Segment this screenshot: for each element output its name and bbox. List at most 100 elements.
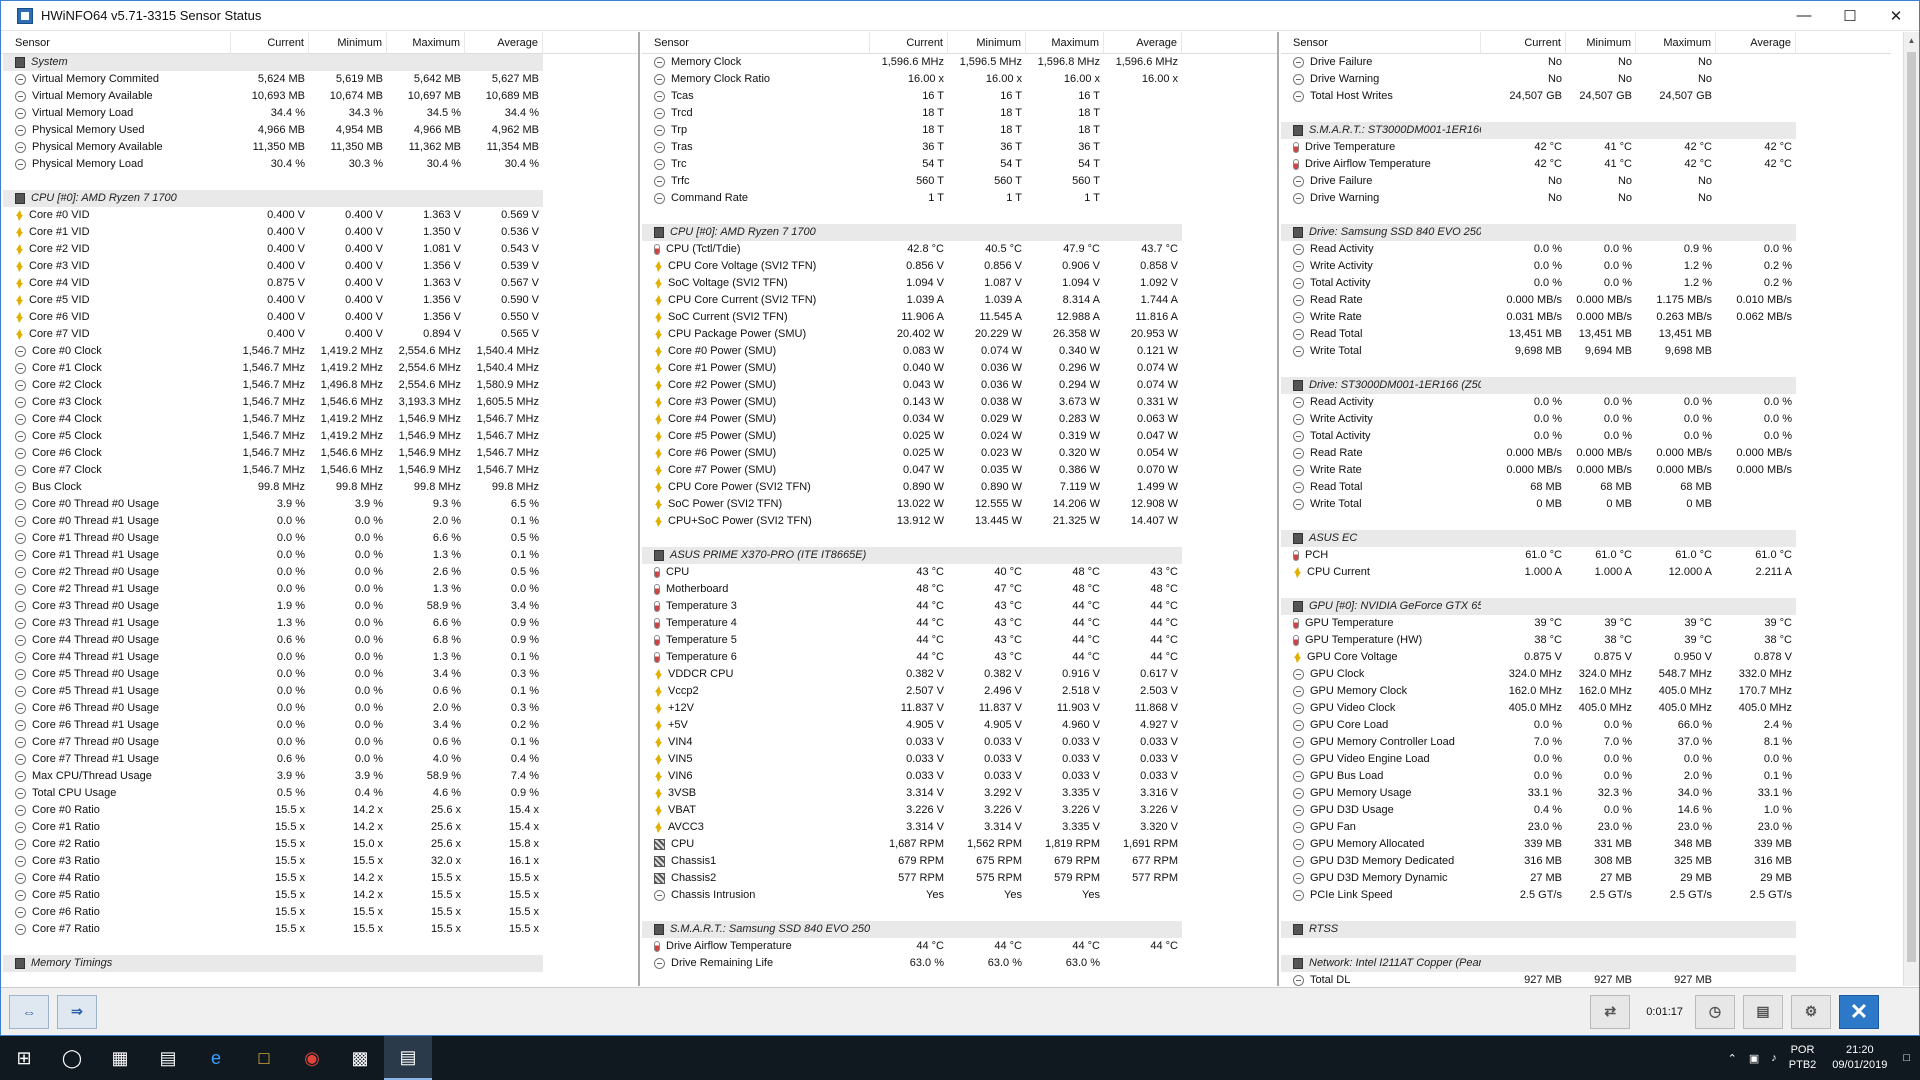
- sensor-row[interactable]: CPU Core Power (SVI2 TFN) 0.890 W 0.890 W 7…: [642, 479, 1277, 496]
- sensor-row[interactable]: Core #3 Thread #0 Usage 1.9 % 0.0 % 58.9 % 3…: [3, 598, 638, 615]
- sensor-row[interactable]: Trp 18 T 18 T 18 T: [642, 122, 1277, 139]
- vertical-scrollbar[interactable]: ▲: [1903, 32, 1919, 986]
- sensor-row[interactable]: Total CPU Usage 0.5 % 0.4 % 4.6 % 0.9 %: [3, 785, 638, 802]
- sensor-row[interactable]: Physical Memory Used 4,966 MB 4,954 MB 4,96…: [3, 122, 638, 139]
- sensor-row[interactable]: Virtual Memory Available 10,693 MB 10,674 …: [3, 88, 638, 105]
- sensor-row[interactable]: Drive Remaining Life 63.0 % 63.0 % 63.0 %: [642, 955, 1277, 972]
- sensor-row[interactable]: Physical Memory Load 30.4 % 30.3 % 30.4 % 30…: [3, 156, 638, 173]
- sensor-row[interactable]: Read Activity 0.0 % 0.0 % 0.9 % 0.0 %: [1281, 241, 1891, 258]
- sensor-row[interactable]: CPU Core Voltage (SVI2 TFN) 0.856 V 0.856 …: [642, 258, 1277, 275]
- sensor-row[interactable]: Core #5 Ratio 15.5 x 14.2 x 15.5 x 15.5 x: [3, 887, 638, 904]
- col-average-header[interactable]: Average: [465, 32, 543, 54]
- sensor-row[interactable]: Total Activity 0.0 % 0.0 % 1.2 % 0.2 %: [1281, 275, 1891, 292]
- sensor-row[interactable]: Drive Airflow Temperature 42 °C 41 °C 42 °C…: [1281, 156, 1891, 173]
- sensor-row[interactable]: VBAT 3.226 V 3.226 V 3.226 V 3.226 V: [642, 802, 1277, 819]
- sensor-row[interactable]: GPU D3D Memory Dedicated 316 MB 308 MB 325 …: [1281, 853, 1891, 870]
- sensor-row[interactable]: Core #1 Ratio 15.5 x 14.2 x 25.6 x 15.4 x: [3, 819, 638, 836]
- clock-reset-icon[interactable]: ◷: [1695, 994, 1735, 1029]
- sensor-row[interactable]: Core #6 Thread #1 Usage 0.0 % 0.0 % 3.4 % 0.…: [3, 717, 638, 734]
- sensor-row[interactable]: Chassis2 577 RPM 575 RPM 579 RPM 577 RPM: [642, 870, 1277, 887]
- sensor-row[interactable]: Core #3 Ratio 15.5 x 15.5 x 32.0 x 16.1 x: [3, 853, 638, 870]
- sensor-group-header[interactable]: GPU [#0]: NVIDIA GeForce GTX 650 Ti:: [1281, 598, 1891, 615]
- sensor-row[interactable]: Core #7 Thread #0 Usage 0.0 % 0.0 % 0.6 % 0.…: [3, 734, 638, 751]
- sensor-row[interactable]: Trc 54 T 54 T 54 T: [642, 156, 1277, 173]
- start-windows-icon[interactable]: ⊞: [0, 1036, 48, 1080]
- col-current-header[interactable]: Current: [870, 32, 948, 54]
- task-view-icon[interactable]: ▦: [96, 1036, 144, 1080]
- col-maximum-header[interactable]: Maximum: [1026, 32, 1104, 54]
- file-explorer-icon[interactable]: □: [240, 1036, 288, 1080]
- close-window-button[interactable]: ✕: [1873, 1, 1919, 31]
- sensor-row[interactable]: Drive Temperature 42 °C 41 °C 42 °C 42 °C: [1281, 139, 1891, 156]
- sensor-row[interactable]: GPU Temperature (HW) 38 °C 38 °C 39 °C 38 °C: [1281, 632, 1891, 649]
- sensor-row[interactable]: Read Rate 0.000 MB/s 0.000 MB/s 1.175 MB/s 0…: [1281, 292, 1891, 309]
- sensor-row[interactable]: Drive Warning No No No: [1281, 190, 1891, 207]
- sensor-row[interactable]: Read Total 68 MB 68 MB 68 MB: [1281, 479, 1891, 496]
- sensor-row[interactable]: Core #3 Thread #1 Usage 1.3 % 0.0 % 6.6 % 0.…: [3, 615, 638, 632]
- sensor-row[interactable]: Core #7 VID 0.400 V 0.400 V 0.894 V 0.565 V: [3, 326, 638, 343]
- sensor-row[interactable]: GPU Memory Allocated 339 MB 331 MB 348 MB 33…: [1281, 836, 1891, 853]
- sensor-row[interactable]: Write Activity 0.0 % 0.0 % 1.2 % 0.2 %: [1281, 258, 1891, 275]
- sensor-row[interactable]: Core #1 VID 0.400 V 0.400 V 1.350 V 0.536 V: [3, 224, 638, 241]
- sensor-row[interactable]: Total Activity 0.0 % 0.0 % 0.0 % 0.0 %: [1281, 428, 1891, 445]
- sensor-row[interactable]: Write Rate 0.000 MB/s 0.000 MB/s 0.000 MB/s…: [1281, 462, 1891, 479]
- col-current-header[interactable]: Current: [231, 32, 309, 54]
- col-minimum-header[interactable]: Minimum: [309, 32, 387, 54]
- sensor-row[interactable]: GPU Memory Controller Load 7.0 % 7.0 % 37.0…: [1281, 734, 1891, 751]
- sensor-row[interactable]: Temperature 4 44 °C 43 °C 44 °C 44 °C: [642, 615, 1277, 632]
- sensor-row[interactable]: Core #6 VID 0.400 V 0.400 V 1.356 V 0.550 V: [3, 309, 638, 326]
- sensor-row[interactable]: Core #2 Thread #1 Usage 0.0 % 0.0 % 1.3 % 0.…: [3, 581, 638, 598]
- sensor-row[interactable]: Core #0 Power (SMU) 0.083 W 0.074 W 0.340 W…: [642, 343, 1277, 360]
- sensor-row[interactable]: Core #7 Ratio 15.5 x 15.5 x 15.5 x 15.5 x: [3, 921, 638, 938]
- sensor-row[interactable]: Core #6 Power (SMU) 0.025 W 0.023 W 0.320 W…: [642, 445, 1277, 462]
- sensor-row[interactable]: Core #7 Power (SMU) 0.047 W 0.035 W 0.386 W…: [642, 462, 1277, 479]
- tray-chevron-icon[interactable]: ⌃: [1728, 1052, 1737, 1065]
- chrome-icon[interactable]: ◉: [288, 1036, 336, 1080]
- sensor-row[interactable]: Core #7 Clock 1,546.7 MHz 1,546.6 MHz 1,546…: [3, 462, 638, 479]
- sensor-row[interactable]: Temperature 6 44 °C 43 °C 44 °C 44 °C: [642, 649, 1277, 666]
- sensor-row[interactable]: Core #1 Thread #1 Usage 0.0 % 0.0 % 1.3 % 0.…: [3, 547, 638, 564]
- col-sensor-header[interactable]: Sensor: [3, 32, 231, 54]
- sensor-row[interactable]: Total Host Writes 24,507 GB 24,507 GB 24,50…: [1281, 88, 1891, 105]
- sensor-row[interactable]: Core #0 VID 0.400 V 0.400 V 1.363 V 0.569 V: [3, 207, 638, 224]
- logging-icon[interactable]: ▤: [1743, 994, 1783, 1029]
- sensor-row[interactable]: Core #6 Clock 1,546.7 MHz 1,546.6 MHz 1,546…: [3, 445, 638, 462]
- sensor-row[interactable]: +5V 4.905 V 4.905 V 4.960 V 4.927 V: [642, 717, 1277, 734]
- sensor-row[interactable]: Drive Warning No No No: [1281, 71, 1891, 88]
- sensor-pane-3[interactable]: Sensor Current Minimum Maximum Average D…: [1281, 32, 1891, 986]
- sensor-row[interactable]: SoC Power (SVI2 TFN) 13.022 W 12.555 W 14.2…: [642, 496, 1277, 513]
- col-sensor-header[interactable]: Sensor: [1281, 32, 1481, 54]
- sensor-row[interactable]: CPU Package Power (SMU) 20.402 W 20.229 W 2…: [642, 326, 1277, 343]
- minimize-button[interactable]: —: [1781, 1, 1827, 31]
- sensor-row[interactable]: Trfc 560 T 560 T 560 T: [642, 173, 1277, 190]
- sensor-row[interactable]: PCH 61.0 °C 61.0 °C 61.0 °C 61.0 °C: [1281, 547, 1891, 564]
- sensor-row[interactable]: Core #4 Thread #0 Usage 0.6 % 0.0 % 6.8 % 0.…: [3, 632, 638, 649]
- sensor-row[interactable]: GPU D3D Memory Dynamic 27 MB 27 MB 29 MB 29 …: [1281, 870, 1891, 887]
- language-indicator[interactable]: POR PTB2: [1789, 1043, 1817, 1073]
- sensor-row[interactable]: VIN4 0.033 V 0.033 V 0.033 V 0.033 V: [642, 734, 1277, 751]
- sensor-row[interactable]: Core #5 Thread #1 Usage 0.0 % 0.0 % 0.6 % 0.…: [3, 683, 638, 700]
- sensor-group-header[interactable]: S.M.A.R.T.: ST3000DM001-1ER166 (Z5...: [1281, 122, 1891, 139]
- sensor-row[interactable]: Core #3 VID 0.400 V 0.400 V 1.356 V 0.539 V: [3, 258, 638, 275]
- sensor-row[interactable]: Command Rate 1 T 1 T 1 T: [642, 190, 1277, 207]
- sensor-group-header[interactable]: System: [3, 54, 638, 71]
- sensor-group-header[interactable]: Drive: ST3000DM001-1ER166 (Z500V1H2): [1281, 377, 1891, 394]
- sensor-row[interactable]: Drive Failure No No No: [1281, 173, 1891, 190]
- scroll-up-icon[interactable]: ▲: [1904, 32, 1919, 48]
- sensor-row[interactable]: CPU Current 1.000 A 1.000 A 12.000 A 2.211 A: [1281, 564, 1891, 581]
- sensor-row[interactable]: Core #2 Ratio 15.5 x 15.0 x 25.6 x 15.8 x: [3, 836, 638, 853]
- sensor-row[interactable]: GPU Video Engine Load 0.0 % 0.0 % 0.0 % 0.0 …: [1281, 751, 1891, 768]
- network-sync-icon[interactable]: ⇄: [1590, 994, 1631, 1029]
- close-sensors-button[interactable]: ✕: [1839, 994, 1879, 1029]
- sensor-group-header[interactable]: CPU [#0]: AMD Ryzen 7 1700: [642, 224, 1277, 241]
- sensor-row[interactable]: Read Activity 0.0 % 0.0 % 0.0 % 0.0 %: [1281, 394, 1891, 411]
- volume-icon[interactable]: ♪: [1771, 1052, 1777, 1064]
- col-maximum-header[interactable]: Maximum: [387, 32, 465, 54]
- sensor-row[interactable]: CPU Core Current (SVI2 TFN) 1.039 A 1.039 …: [642, 292, 1277, 309]
- sensor-row[interactable]: Drive Failure No No No: [1281, 54, 1891, 71]
- sensor-row[interactable]: Write Rate 0.031 MB/s 0.000 MB/s 0.263 MB/s…: [1281, 309, 1891, 326]
- sensor-row[interactable]: Drive Airflow Temperature 44 °C 44 °C 44 °C…: [642, 938, 1277, 955]
- sensor-row[interactable]: Memory Clock 1,596.6 MHz 1,596.5 MHz 1,596.…: [642, 54, 1277, 71]
- sensor-row[interactable]: Read Total 13,451 MB 13,451 MB 13,451 MB: [1281, 326, 1891, 343]
- sensor-row[interactable]: Write Total 0 MB 0 MB 0 MB: [1281, 496, 1891, 513]
